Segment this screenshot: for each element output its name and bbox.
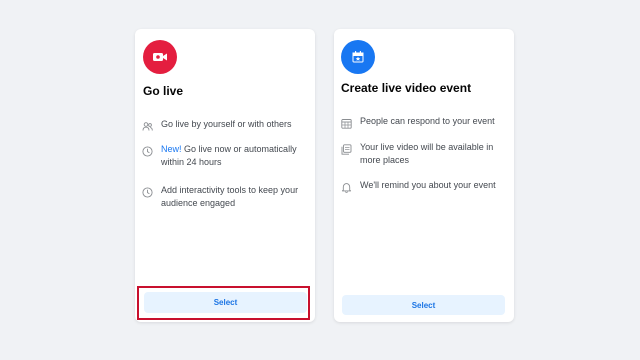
- feature-text: People can respond to your event: [360, 116, 495, 126]
- live-event-card: Create live video event People can respo…: [334, 29, 514, 322]
- clock-icon: [142, 185, 153, 198]
- feature-schedule-go-live: New! Go live now or automatically within…: [142, 143, 309, 169]
- documents-icon: [341, 142, 352, 155]
- bell-icon: [341, 180, 352, 193]
- feature-go-live-with-others: Go live by yourself or with others: [142, 118, 309, 131]
- calendar-star-icon: [341, 40, 375, 74]
- live-event-select-button[interactable]: Select: [342, 295, 505, 315]
- clock-icon: [142, 144, 153, 157]
- feature-text: We'll remind you about your event: [360, 180, 496, 190]
- live-event-title: Create live video event: [341, 81, 472, 95]
- go-live-select-button[interactable]: Select: [144, 292, 307, 313]
- feature-text: Add interactivity tools to keep your aud…: [161, 185, 299, 208]
- feature-text: Your live video will be available in mor…: [360, 142, 494, 165]
- feature-remind-about-event: We'll remind you about your event: [341, 179, 508, 193]
- feature-available-more-places: Your live video will be available in mor…: [341, 141, 508, 167]
- new-tag: New!: [161, 144, 182, 154]
- feature-text: New! Go live now or automatically within…: [161, 143, 309, 169]
- feature-text: Go live by yourself or with others: [161, 119, 292, 129]
- people-icon: [142, 119, 153, 131]
- feature-respond-to-event: People can respond to your event: [341, 115, 508, 129]
- feature-interactivity-tools: Add interactivity tools to keep your aud…: [142, 184, 309, 210]
- video-camera-icon: [143, 40, 177, 74]
- go-live-title: Go live: [143, 84, 184, 98]
- go-live-card: Go live Go live by yourself or with othe…: [135, 29, 315, 322]
- feature-text-body: Go live now or automatically within 24 h…: [161, 144, 297, 167]
- calendar-grid-icon: [341, 116, 352, 129]
